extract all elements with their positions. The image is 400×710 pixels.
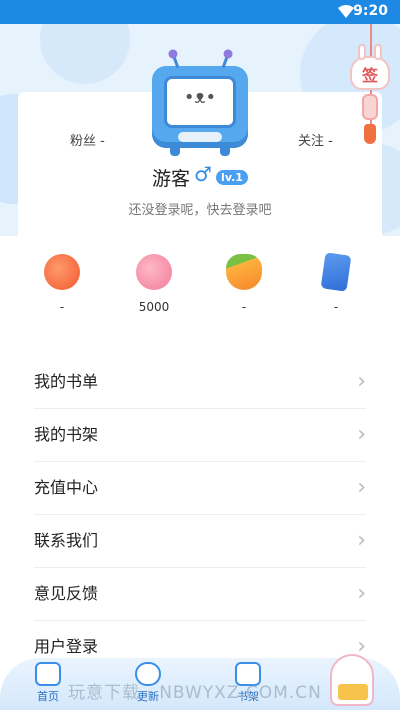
watermark: 玩意下载 · NBWYXZ.COM.CN — [68, 683, 322, 703]
sign-in-tassel-icon — [362, 94, 378, 120]
follow-count[interactable]: 关注 - — [298, 130, 333, 149]
chevron-right-icon: › — [357, 369, 366, 394]
avatar-cat-face-icon: •ᴥ• — [164, 76, 236, 128]
tomato-icon — [44, 254, 80, 290]
asset-value: 5000 — [138, 300, 170, 314]
level-badge: lv.1 — [216, 170, 248, 185]
gender-male-icon: ♂ — [194, 162, 212, 186]
chevron-right-icon: › — [357, 422, 366, 447]
asset-bunny-coin[interactable]: 5000 — [124, 254, 184, 314]
asset-carrot[interactable]: - — [214, 254, 274, 314]
menu-item-my-bookshelf[interactable]: 我的书架 › — [34, 409, 366, 462]
menu-list: 我的书单 › 我的书架 › 充值中心 › 联系我们 › 意见反馈 › 用户登录 … — [0, 356, 400, 674]
nav-mascot-button[interactable] — [330, 654, 374, 706]
sign-in-button[interactable]: 签 — [350, 44, 390, 90]
carrot-icon — [226, 254, 262, 290]
menu-item-label: 充值中心 — [34, 478, 99, 497]
assets-row: - 5000 - - — [0, 236, 400, 326]
menu-item-label: 意见反馈 — [34, 584, 99, 603]
wifi-icon — [338, 5, 354, 22]
menu-item-label: 我的书单 — [34, 372, 99, 391]
mascot-icon — [338, 684, 368, 700]
asset-tomato[interactable]: - — [32, 254, 92, 314]
username: 游客 — [152, 168, 191, 190]
nav-label: 首页 — [37, 690, 59, 703]
status-bar: 9:20 — [0, 0, 400, 24]
ticket-card-icon — [320, 252, 352, 292]
avatar[interactable]: •ᴥ• — [152, 53, 248, 156]
login-hint[interactable]: 还没登录呢，快去登录吧 — [0, 199, 400, 218]
fans-count[interactable]: 粉丝 - — [70, 130, 105, 149]
sign-in-carrot-icon — [364, 124, 376, 144]
asset-ticket-card[interactable]: - — [306, 252, 366, 314]
menu-item-label: 联系我们 — [34, 531, 99, 550]
sign-in-label: 签 — [361, 66, 378, 85]
asset-value: - — [241, 300, 247, 314]
asset-value: - — [59, 300, 65, 314]
status-time: 9:20 — [353, 3, 388, 19]
menu-item-my-booklist[interactable]: 我的书单 › — [34, 356, 366, 409]
menu-item-contact-us[interactable]: 联系我们 › — [34, 515, 366, 568]
asset-value: - — [333, 300, 339, 314]
chevron-right-icon: › — [357, 528, 366, 553]
menu-item-feedback[interactable]: 意见反馈 › — [34, 568, 366, 621]
chevron-right-icon: › — [357, 581, 366, 606]
menu-item-recharge[interactable]: 充值中心 › — [34, 462, 366, 515]
menu-item-label: 用户登录 — [34, 637, 99, 656]
chevron-right-icon: › — [357, 475, 366, 500]
menu-item-label: 我的书架 — [34, 425, 99, 444]
bunny-coin-icon — [136, 254, 172, 290]
home-icon — [35, 662, 61, 686]
